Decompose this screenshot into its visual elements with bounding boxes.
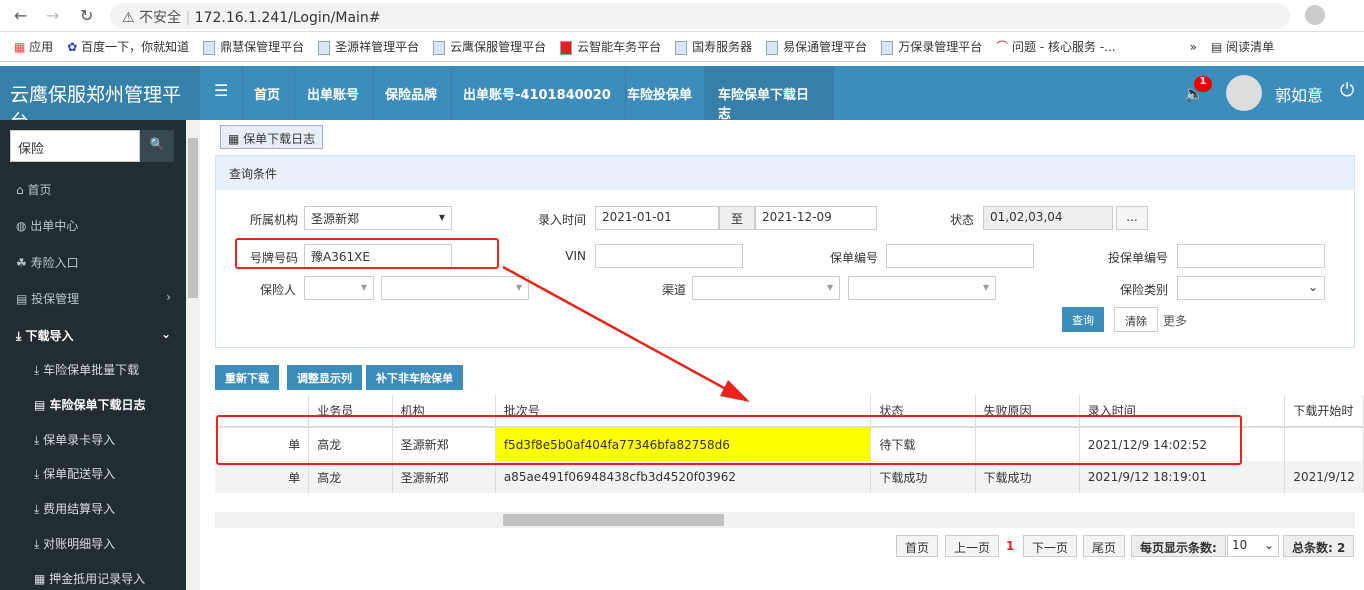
annotation-arrow <box>502 265 750 402</box>
